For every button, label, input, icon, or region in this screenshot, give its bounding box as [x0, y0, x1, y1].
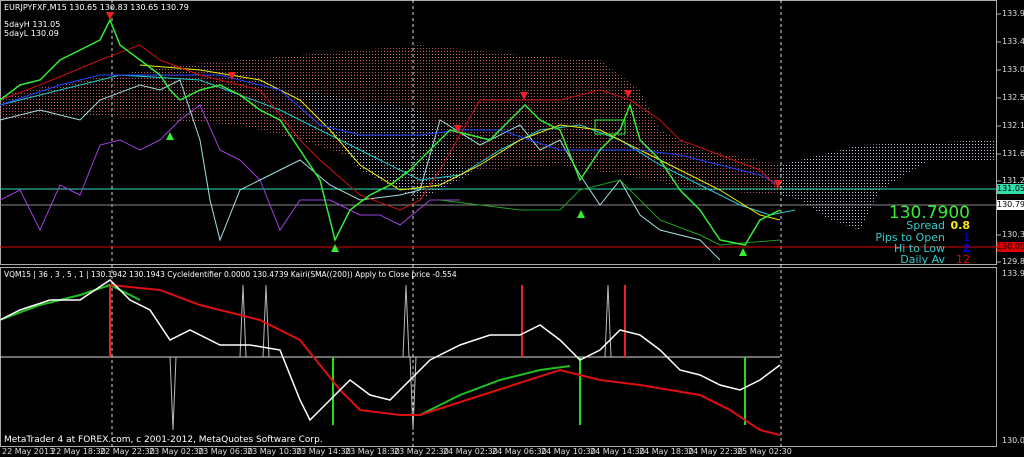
time-axis-label: 22 May 2013 [2, 447, 55, 456]
time-axis-label: 25 May 02:30 [737, 447, 792, 456]
time-axis-label: 24 May 18:30 [639, 447, 694, 456]
sub-window-header: VQM15 | 36 , 3 , 5 , 1 | 130.1942 130.19… [4, 270, 457, 279]
price-axis-label: 132.55 [1002, 93, 1024, 102]
low-price-tag: 130.09 [997, 242, 1024, 252]
red-kairi-line [109, 284, 781, 436]
price-axis-label: 133.45 [1002, 37, 1024, 46]
price-axis-ticks [997, 13, 1001, 263]
price-axis-label: 132.10 [1002, 121, 1024, 130]
time-axis-label: 22 May 18:30 [51, 447, 106, 456]
time-axis-label: 24 May 14:30 [590, 447, 645, 456]
current-price-tag: 130.79 [997, 200, 1024, 210]
white-oscillator-line [0, 279, 781, 422]
chart-canvas[interactable] [0, 0, 1024, 457]
price-axis-label: 129.85 [1002, 257, 1024, 266]
five-day-high-label: 5dayH 131.05 [4, 20, 61, 29]
time-axis-label: 24 May 22:30 [688, 447, 743, 456]
daily-average-label: Daily Av [900, 253, 945, 266]
time-axis-label: 22 May 22:30 [100, 447, 155, 456]
price-axis-label: 133.00 [1002, 65, 1024, 74]
high-price-tag: 131.05 [997, 184, 1024, 194]
price-axis-label: 130.30 [1002, 230, 1024, 239]
time-axis-label: 23 May 14:30 [296, 447, 351, 456]
time-axis-label: 23 May 06:30 [198, 447, 253, 456]
time-axis-label: 23 May 02:30 [149, 447, 204, 456]
time-axis-label: 23 May 10:30 [247, 447, 302, 456]
copyright-text: MetaTrader 4 at FOREX.com, c 2001-2012, … [4, 435, 323, 445]
time-axis-label: 23 May 18:30 [345, 447, 400, 456]
daily-average-value: 12 [956, 253, 970, 266]
sub-axis-top: 133.985 [1002, 269, 1024, 278]
time-axis-label: 24 May 10:30 [541, 447, 596, 456]
five-day-low-label: 5dayL 130.09 [4, 29, 59, 38]
time-axis-label: 24 May 06:30 [492, 447, 547, 456]
price-axis-label: 133.90 [1002, 9, 1024, 18]
green-cycle-line [0, 283, 141, 321]
sub-axis-bottom: 130.013 [1002, 436, 1024, 445]
symbol-header: EURJPYFXF,M15 130.65 130.83 130.65 130.7… [4, 3, 189, 12]
price-axis-label: 131.65 [1002, 149, 1024, 158]
time-axis-label: 24 May 02:30 [443, 447, 498, 456]
time-axis-label: 23 May 22:30 [394, 447, 449, 456]
